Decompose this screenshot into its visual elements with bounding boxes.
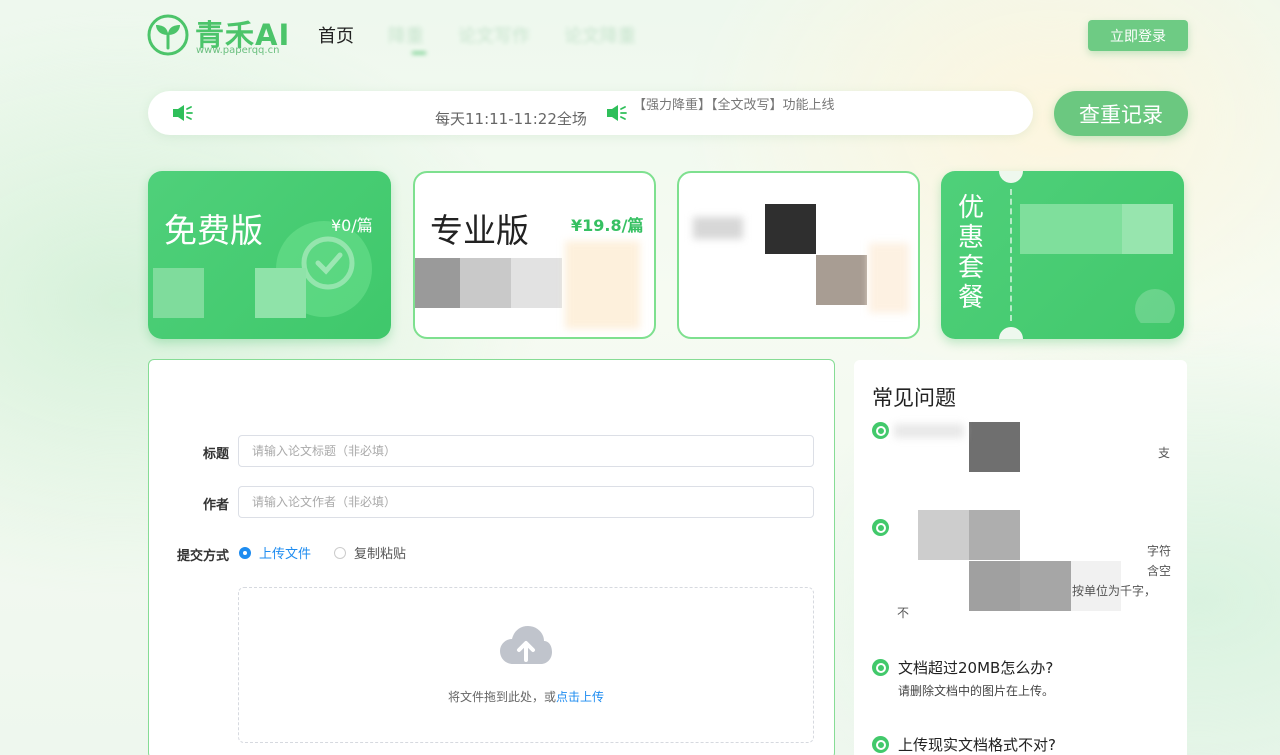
obscured-block xyxy=(765,204,816,254)
top-header: 青禾AI www.paperqq.cn 首页 降重 论文写作 论文降重 立即登录 xyxy=(0,0,1280,70)
faq-title: 常见问题 xyxy=(872,386,956,410)
click-upload-link[interactable]: 点击上传 xyxy=(556,690,604,704)
radio-label: 上传文件 xyxy=(259,547,312,562)
logo-url: www.paperqq.cn xyxy=(196,45,280,56)
obscured-image xyxy=(869,243,909,313)
cloud-upload-icon xyxy=(500,626,552,664)
ticket-divider xyxy=(1010,189,1012,321)
nav-home[interactable]: 首页 xyxy=(318,22,354,58)
notice-bar: 每天11:11-11:22全场 【强力降重】【全文改写】功能上线 xyxy=(148,91,1033,135)
obscured-block xyxy=(969,561,1020,611)
faq-answer: 请删除文档中的图片在上传。 xyxy=(898,684,1055,698)
upload-dropzone[interactable]: 将文件拖到此处，或点击上传 xyxy=(238,587,814,743)
obscured-text: 支 xyxy=(1158,446,1171,460)
login-button[interactable]: 立即登录 xyxy=(1088,20,1188,51)
obscured-block xyxy=(511,258,562,308)
obscured-text: 含空 xyxy=(1147,564,1172,578)
title-input[interactable] xyxy=(238,435,814,467)
radio-upload-file[interactable]: 上传文件 xyxy=(239,543,311,562)
plan-card-pro[interactable]: 专业版 ¥19.8/篇 xyxy=(413,171,656,339)
faq-q-icon xyxy=(872,422,889,439)
radio-copy-paste[interactable]: 复制粘贴 xyxy=(334,543,406,562)
nav-reduce[interactable]: 降重 xyxy=(388,22,426,58)
notice-text: 每天11:11-11:22全场 xyxy=(435,110,587,128)
submit-form-panel: 标题 作者 提交方式 上传文件 复制粘贴 将文件拖到此处，或点击上传 xyxy=(148,359,835,755)
obscured-text: 按单位为千字， xyxy=(1072,584,1157,598)
decoration-icon xyxy=(1135,289,1175,323)
plan-card-free[interactable]: 免费版 ¥0/篇 xyxy=(148,171,391,339)
notice-text-scrolling: 【强力降重】【全文改写】功能上线 xyxy=(633,98,835,113)
ticket-notch xyxy=(999,171,1023,183)
faq-question: 上传现实文档格式不对? xyxy=(898,736,1056,754)
faq-item[interactable]: 文档超过20MB怎么办? 请删除文档中的图片在上传。 xyxy=(872,657,1172,699)
nav-writing[interactable]: 论文写作 xyxy=(458,22,530,58)
obscured-block xyxy=(969,422,1020,472)
faq-question: 文档超过20MB怎么办? xyxy=(898,659,1054,677)
speaker-icon xyxy=(607,105,627,121)
plan-card-third[interactable] xyxy=(677,171,920,339)
ticket-notch xyxy=(999,327,1023,339)
faq-item-obscured[interactable] xyxy=(872,519,1172,536)
faq-q-icon xyxy=(872,519,889,536)
obscured-block xyxy=(1020,561,1071,611)
plan-title: 免费版 xyxy=(164,211,263,250)
obscured-text xyxy=(894,424,964,438)
nav-rewrite[interactable]: 论文降重 xyxy=(564,22,636,58)
author-input[interactable] xyxy=(238,486,814,518)
faq-q-icon xyxy=(872,659,889,676)
obscured-text: 不 xyxy=(897,606,910,620)
upload-hint: 将文件拖到此处，或点击上传 xyxy=(447,690,605,704)
radio-dot xyxy=(239,546,251,559)
obscured-text xyxy=(693,217,743,239)
radio-dot xyxy=(334,546,346,559)
speaker-icon xyxy=(173,105,193,121)
faq-panel: 常见问题 支 字符 含空 按单位为千字， 不 文档超过20MB怎么办? 请删除文… xyxy=(854,360,1187,755)
obscured-block xyxy=(1122,204,1173,254)
obscured-image xyxy=(565,241,640,329)
submit-method-label: 提交方式 xyxy=(176,549,229,564)
obscured-block xyxy=(153,268,204,318)
package-title: 优惠套餐 xyxy=(958,193,985,313)
main-nav: 首页 降重 论文写作 论文降重 xyxy=(318,22,636,58)
obscured-block xyxy=(918,510,969,560)
obscured-block xyxy=(255,268,306,318)
sprout-logo-icon xyxy=(147,14,189,56)
author-label: 作者 xyxy=(202,498,229,513)
plan-price: ¥0/篇 xyxy=(331,216,373,235)
obscured-block xyxy=(816,255,867,305)
plan-price: ¥19.8/篇 xyxy=(571,216,644,235)
plan-card-package[interactable]: 优惠套餐 xyxy=(941,171,1184,339)
radio-label: 复制粘贴 xyxy=(354,547,407,562)
plan-title: 专业版 xyxy=(430,211,529,250)
faq-item[interactable]: 上传现实文档格式不对? xyxy=(872,734,1172,755)
logo[interactable]: 青禾AI www.paperqq.cn xyxy=(147,12,297,58)
obscured-block xyxy=(415,258,460,308)
title-label: 标题 xyxy=(202,447,229,462)
check-record-button[interactable]: 查重记录 xyxy=(1054,91,1188,136)
obscured-block xyxy=(1020,204,1122,254)
faq-q-icon xyxy=(872,736,889,753)
obscured-block xyxy=(969,510,1020,560)
obscured-text: 字符 xyxy=(1147,544,1172,558)
clock-icon xyxy=(301,236,355,290)
obscured-block xyxy=(460,258,511,308)
